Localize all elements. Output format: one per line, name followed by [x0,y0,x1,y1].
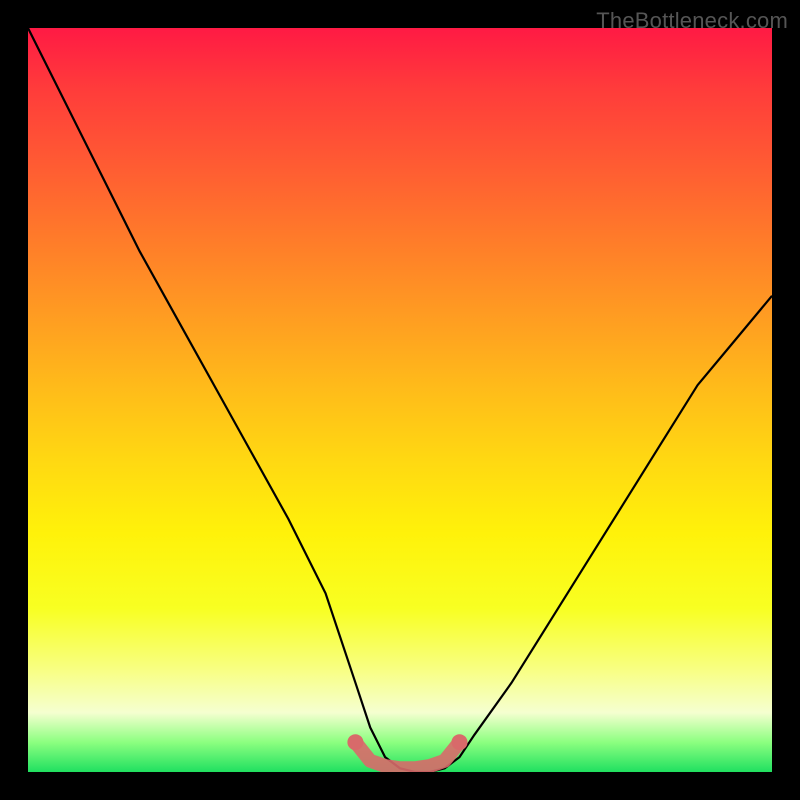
trough-highlight-line [355,742,459,768]
chart-svg [28,28,772,772]
main-curve-line [28,28,772,772]
watermark-text: TheBottleneck.com [596,8,788,34]
chart-frame: TheBottleneck.com [0,0,800,800]
